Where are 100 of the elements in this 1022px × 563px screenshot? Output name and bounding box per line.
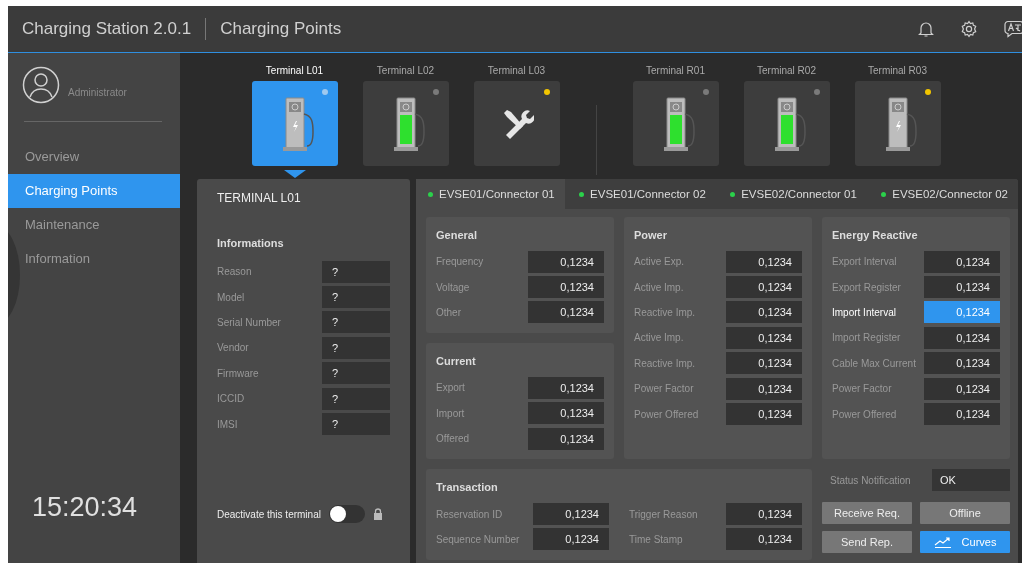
- status-dot: [730, 191, 736, 197]
- nav-item[interactable]: Overview: [21, 140, 84, 174]
- terminal-tile[interactable]: [632, 81, 719, 166]
- value-field[interactable]: ?: [322, 260, 390, 283]
- value-field[interactable]: 0,1234: [726, 377, 802, 400]
- section-title: Energy Reactive: [832, 228, 919, 243]
- field-label: Reason: [217, 266, 252, 278]
- field-label: Vendor: [217, 342, 249, 354]
- field-label: IMSI: [217, 418, 238, 430]
- value-field[interactable]: 0,1234: [726, 326, 802, 349]
- section-title: Power: [634, 228, 668, 243]
- value-field[interactable]: 0,1234: [726, 301, 802, 324]
- terminal-label: Terminal L01: [265, 65, 324, 78]
- field-label: Trigger Reason: [629, 508, 698, 520]
- terminal-label: Terminal L03: [487, 65, 546, 78]
- value-field[interactable]: ?: [322, 336, 390, 359]
- field-label: Firmware: [217, 367, 259, 379]
- terminal-tile[interactable]: [743, 81, 830, 166]
- field-label: Status Notification: [830, 474, 911, 486]
- field-label: Active Exp.: [634, 256, 685, 268]
- field-label: Cable Max Current: [832, 357, 916, 369]
- field-label: Import Interval: [832, 306, 896, 318]
- terminal-tile[interactable]: [473, 81, 560, 166]
- section-title: Transaction: [436, 480, 499, 496]
- value-field[interactable]: 0,1234: [528, 402, 604, 425]
- connector-tab[interactable]: EVSE01/Connector 01: [416, 179, 565, 209]
- field-label: Time Stamp: [629, 533, 683, 545]
- field-label: Power Factor: [634, 383, 694, 395]
- value-field[interactable]: 0,1234: [528, 376, 604, 399]
- value-field[interactable]: 0,1234: [726, 528, 802, 551]
- field-label: Other: [436, 306, 461, 318]
- value-field[interactable]: 0,1234: [533, 528, 609, 551]
- value-field[interactable]: 0,1234: [726, 250, 802, 273]
- value-field[interactable]: 0,1234: [528, 250, 604, 273]
- field-label: Voltage: [436, 281, 470, 293]
- section-title: Current: [436, 354, 477, 370]
- status-dot: [579, 191, 585, 197]
- section-title: General: [436, 228, 478, 243]
- value-field[interactable]: 0,1234: [924, 403, 1000, 426]
- field-label: Offered: [436, 433, 470, 445]
- panel-title: TERMINAL L01: [217, 191, 302, 207]
- action-button[interactable]: Receive Req.: [822, 502, 912, 525]
- action-button[interactable]: Send Rep.: [822, 531, 912, 554]
- nav-item[interactable]: Maintenance: [21, 208, 104, 242]
- clock: 15:20:34: [31, 492, 139, 524]
- bell-icon[interactable]: [918, 20, 934, 38]
- terminal-tile[interactable]: [362, 81, 449, 166]
- app-title: Charging Station 2.0.1: [21, 19, 193, 39]
- field-label: Reactive Imp.: [634, 306, 696, 318]
- connector-tab[interactable]: EVSE02/Connector 01: [718, 179, 867, 209]
- field-label: Export: [436, 382, 465, 394]
- connector-tab[interactable]: EVSE01/Connector 02: [567, 179, 716, 209]
- field-label: Power Factor: [832, 383, 892, 395]
- value-field[interactable]: 0,1234: [533, 503, 609, 526]
- field-label: Model: [217, 291, 245, 303]
- field-label: Import Register: [832, 332, 901, 344]
- field-label: Sequence Number: [436, 533, 520, 545]
- terminal-label: Terminal R03: [868, 65, 927, 78]
- value-field[interactable]: 0,1234: [924, 276, 1000, 299]
- value-field[interactable]: ?: [322, 311, 390, 334]
- action-button[interactable]: Offline: [920, 502, 1010, 525]
- page-title: Charging Points: [219, 19, 343, 39]
- value-field[interactable]: 0,1234: [726, 403, 802, 426]
- field-label: Reactive Imp.: [634, 357, 696, 369]
- field-label: ICCID: [217, 393, 245, 405]
- value-field[interactable]: 0,1234: [924, 326, 1000, 349]
- field-label: Export Register: [832, 281, 901, 293]
- avatar-icon[interactable]: [22, 66, 60, 104]
- status-dot: [428, 191, 433, 197]
- terminal-label: Terminal R02: [757, 65, 816, 78]
- terminal-tile[interactable]: [854, 81, 941, 166]
- value-field[interactable]: ?: [322, 387, 390, 410]
- value-field[interactable]: 0,1234: [528, 301, 604, 324]
- toggle-switch[interactable]: [328, 505, 365, 523]
- value-field[interactable]: 0,1234: [528, 427, 604, 450]
- field-label: Frequency: [436, 256, 484, 268]
- value-field[interactable]: 0,1234: [726, 352, 802, 375]
- value-field[interactable]: ?: [322, 362, 390, 385]
- value-field[interactable]: 0,1234: [528, 276, 604, 299]
- field-label: Power Offered: [634, 408, 699, 420]
- field-label: Active Imp.: [634, 332, 684, 344]
- settings-icon[interactable]: [960, 20, 978, 38]
- value-field[interactable]: 0,1234: [924, 250, 1000, 273]
- field-label: Import: [436, 407, 465, 419]
- connector-tab[interactable]: EVSE02/Connector 02: [869, 179, 1018, 209]
- value-field[interactable]: ?: [322, 413, 390, 436]
- value-field[interactable]: 0,1234: [924, 377, 1000, 400]
- value-field[interactable]: OK: [932, 469, 1010, 492]
- value-field[interactable]: 0,1234: [726, 503, 802, 526]
- toggle-label: Deactivate this terminal: [217, 508, 321, 520]
- value-field[interactable]: 0,1234: [924, 352, 1000, 375]
- field-label: Reservation ID: [436, 508, 503, 520]
- user-name: Administrator: [68, 86, 127, 98]
- section-title: Informations: [217, 237, 285, 249]
- field-label: Export Interval: [832, 256, 897, 268]
- translate-icon[interactable]: [1004, 20, 1022, 38]
- value-field[interactable]: ?: [322, 286, 390, 309]
- terminal-label: Terminal R01: [646, 65, 705, 78]
- value-field[interactable]: 0,1234: [726, 276, 802, 299]
- terminal-tile[interactable]: [251, 81, 338, 166]
